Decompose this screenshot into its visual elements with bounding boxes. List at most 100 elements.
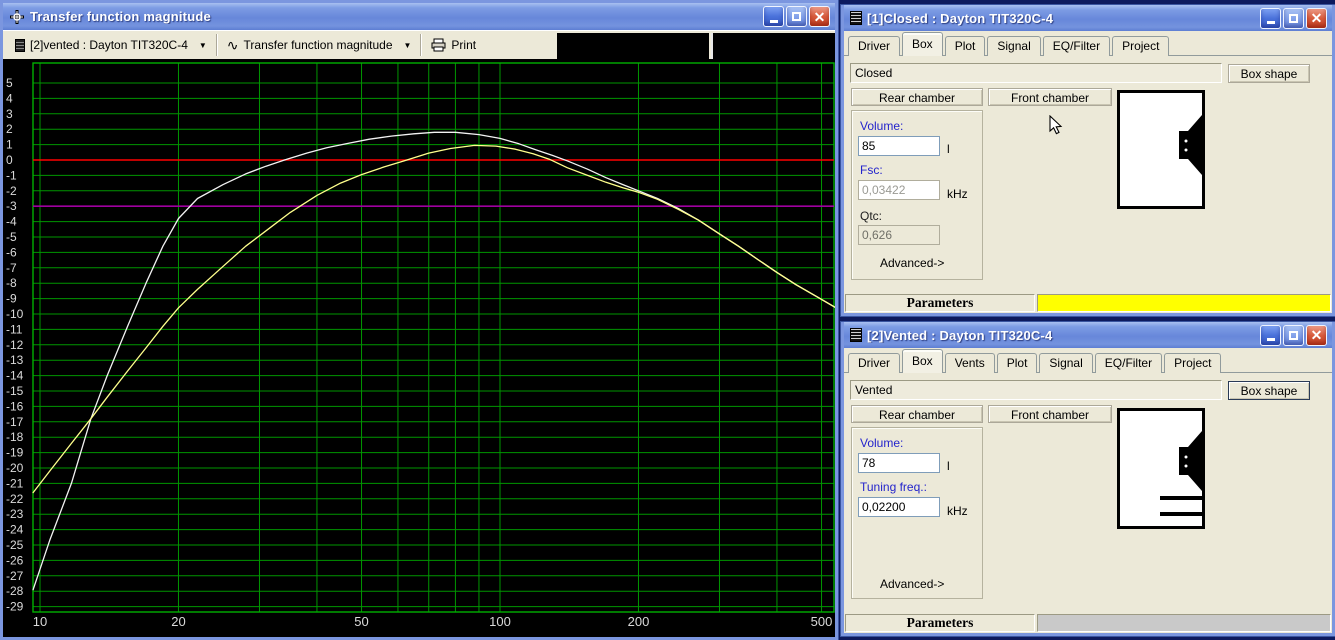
- svg-text:20: 20: [171, 614, 185, 629]
- svg-text:-2: -2: [6, 184, 17, 198]
- close-button[interactable]: ✕: [809, 6, 830, 27]
- desktop: Transfer function magnitude ✕ [2]vented …: [0, 0, 1335, 640]
- tab-eq-filter[interactable]: EQ/Filter: [1042, 36, 1111, 56]
- speaker-project-icon: [850, 328, 862, 342]
- front-chamber-button[interactable]: Front chamber: [988, 88, 1112, 106]
- volume-input[interactable]: [858, 453, 940, 473]
- closed-window-tabs: Driver Box Plot Signal EQ/Filter Project: [844, 31, 1332, 56]
- volume-label: Volume:: [860, 119, 904, 133]
- qtc-input[interactable]: [858, 225, 940, 245]
- svg-text:-5: -5: [6, 230, 17, 244]
- box-type-field[interactable]: Vented: [850, 380, 1222, 400]
- vented-window-titlebar[interactable]: [2]Vented : Dayton TIT320C-4 ✕: [844, 322, 1332, 348]
- minimize-button[interactable]: [1260, 7, 1281, 29]
- svg-text:-27: -27: [6, 569, 24, 583]
- svg-text:-18: -18: [6, 430, 24, 444]
- waveform-icon: ∿: [226, 37, 239, 53]
- transfer-function-plot[interactable]: 5 4 3 2 1 0 -1 -2 -3 -4 -5 -6 -7 -8 -9 -10 -11 -12 -13 -14-…: [3, 59, 840, 637]
- maximize-button[interactable]: [1283, 324, 1304, 346]
- plot-window-titlebar[interactable]: Transfer function magnitude ✕: [3, 3, 835, 30]
- svg-text:-3: -3: [6, 199, 17, 213]
- vented-box-window: [2]Vented : Dayton TIT320C-4 ✕ Driver Box…: [841, 322, 1335, 636]
- parameters-label[interactable]: Parameters: [845, 614, 1035, 632]
- tab-signal[interactable]: Signal: [1039, 353, 1093, 373]
- svg-text:-16: -16: [6, 399, 24, 413]
- tab-plot[interactable]: Plot: [944, 36, 986, 56]
- maximize-button[interactable]: [786, 6, 807, 27]
- print-button[interactable]: Print: [425, 33, 482, 57]
- svg-text:100: 100: [489, 614, 511, 629]
- graph-selector-label: Transfer function magnitude: [243, 38, 393, 52]
- graph-selector[interactable]: ∿ Transfer function magnitude ▼: [221, 33, 418, 57]
- parameters-label[interactable]: Parameters: [845, 294, 1035, 312]
- rear-chamber-button[interactable]: Rear chamber: [851, 405, 983, 423]
- tuning-freq-input[interactable]: [858, 497, 940, 517]
- plot-toolbar: [2]vented : Dayton TIT320C-4 ▼ ∿ Transfe…: [3, 30, 835, 59]
- project-selector[interactable]: [2]vented : Dayton TIT320C-4 ▼: [9, 33, 213, 57]
- svg-text:-23: -23: [6, 507, 24, 521]
- tab-eq-filter[interactable]: EQ/Filter: [1094, 353, 1163, 373]
- minimize-button[interactable]: [763, 6, 784, 27]
- tab-driver[interactable]: Driver: [848, 353, 900, 373]
- close-button[interactable]: ✕: [1306, 7, 1327, 29]
- svg-text:-25: -25: [6, 538, 24, 552]
- advanced-link[interactable]: Advanced->: [880, 577, 944, 591]
- svg-text:10: 10: [33, 614, 47, 629]
- svg-text:-6: -6: [6, 245, 17, 259]
- crosshair-icon: [10, 9, 24, 24]
- svg-text:-20: -20: [6, 461, 24, 475]
- svg-text:5: 5: [6, 76, 13, 90]
- svg-text:-1: -1: [6, 168, 17, 182]
- svg-text:-9: -9: [6, 292, 17, 306]
- toolbar-separator: [420, 34, 423, 56]
- box-shape-button[interactable]: Box shape: [1228, 64, 1310, 83]
- fsc-input[interactable]: [858, 180, 940, 200]
- fsc-unit: kHz: [947, 187, 968, 201]
- port-line: [1160, 512, 1202, 516]
- tab-plot[interactable]: Plot: [996, 353, 1038, 373]
- maximize-button[interactable]: [1283, 7, 1304, 29]
- tab-box[interactable]: Box: [902, 32, 943, 56]
- parameters-bar: Parameters: [845, 294, 1331, 312]
- driver-glyph: [1179, 115, 1202, 175]
- qtc-label: Qtc:: [860, 209, 883, 223]
- svg-text:1: 1: [6, 138, 13, 152]
- status-progress-bar: [1037, 614, 1331, 632]
- svg-text:4: 4: [6, 91, 13, 105]
- svg-text:-17: -17: [6, 415, 24, 429]
- svg-text:-8: -8: [6, 276, 17, 290]
- box-type-field[interactable]: Closed: [850, 63, 1222, 83]
- vented-box-tab-body: Vented Box shape Rear chamber Front cham…: [844, 373, 1332, 610]
- svg-text:500: 500: [811, 614, 833, 629]
- chevron-down-icon: ▼: [403, 40, 412, 50]
- tab-vents[interactable]: Vents: [944, 353, 995, 373]
- toolbar-separator: [215, 34, 218, 56]
- closed-window-titlebar[interactable]: [1]Closed : Dayton TIT320C-4 ✕: [844, 5, 1332, 31]
- volume-unit: l: [947, 459, 950, 473]
- svg-text:-26: -26: [6, 553, 24, 567]
- mouse-cursor: [1049, 115, 1063, 135]
- vented-window-title: [2]Vented : Dayton TIT320C-4: [867, 327, 1053, 343]
- close-button[interactable]: ✕: [1306, 324, 1327, 346]
- tuning-freq-label: Tuning freq.:: [860, 480, 927, 494]
- tab-project[interactable]: Project: [1164, 353, 1222, 373]
- svg-text:-14: -14: [6, 369, 24, 383]
- volume-input[interactable]: [858, 136, 940, 156]
- front-chamber-button[interactable]: Front chamber: [988, 405, 1112, 423]
- speaker-project-icon: [850, 11, 862, 25]
- print-label: Print: [451, 38, 477, 52]
- svg-text:-10: -10: [6, 307, 24, 321]
- rear-chamber-button[interactable]: Rear chamber: [851, 88, 983, 106]
- tab-driver[interactable]: Driver: [848, 36, 900, 56]
- advanced-link[interactable]: Advanced->: [880, 256, 944, 270]
- volume-unit: l: [947, 142, 950, 156]
- box-shape-button[interactable]: Box shape: [1228, 381, 1310, 400]
- tab-box[interactable]: Box: [902, 349, 943, 373]
- minimize-button[interactable]: [1260, 324, 1281, 346]
- svg-text:-22: -22: [6, 492, 24, 506]
- project-selector-label: [2]vented : Dayton TIT320C-4: [30, 38, 188, 52]
- svg-text:-4: -4: [6, 215, 17, 229]
- tab-project[interactable]: Project: [1112, 36, 1170, 56]
- tab-signal[interactable]: Signal: [987, 36, 1041, 56]
- plot-canvas: 543210-1-2-3-4-5-6-7-8-9-10-11-12-13-14-…: [3, 59, 840, 637]
